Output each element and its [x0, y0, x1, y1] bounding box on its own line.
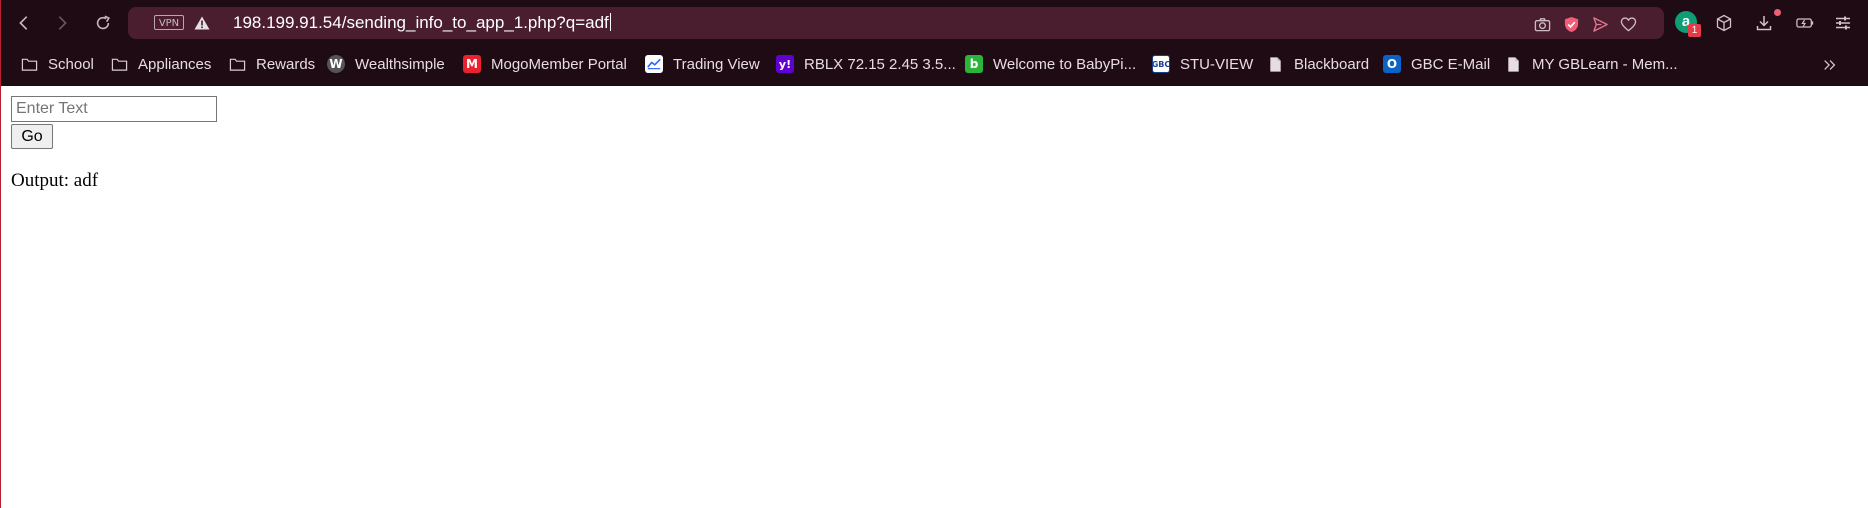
yahoo-icon: y!	[776, 55, 794, 73]
bookmark-mogo[interactable]: M MogoMember Portal	[463, 51, 627, 77]
go-button[interactable]: Go	[11, 124, 53, 149]
bookmark-label: GBC E-Mail	[1411, 55, 1491, 73]
battery-icon	[1796, 18, 1814, 28]
folder-icon	[20, 55, 38, 73]
bookmark-label: MY GBLearn - Mem...	[1532, 55, 1678, 73]
bookmark-label: Trading View	[673, 55, 760, 73]
bookmark-school[interactable]: School	[20, 51, 94, 77]
bookmark-label: MogoMember Portal	[491, 55, 627, 73]
bookmark-label: Wealthsimple	[355, 55, 445, 73]
bookmark-blackboard[interactable]: Blackboard	[1266, 51, 1369, 77]
send-icon	[1592, 16, 1608, 32]
text-input[interactable]	[11, 96, 217, 122]
mogo-icon: M	[463, 55, 481, 73]
sliders-icon	[1836, 16, 1850, 30]
bookmark-label: Appliances	[138, 55, 212, 73]
reload-icon	[96, 15, 111, 30]
bookmarks-bar: School Appliances Rewards W Wealthsimple…	[0, 51, 1868, 77]
warning-icon[interactable]	[194, 16, 210, 30]
bookmark-label: Welcome to BabyPi...	[993, 55, 1137, 73]
page-icon	[1504, 55, 1522, 73]
page-content: Go Output: adf	[0, 86, 1868, 508]
gbc-icon: GBC	[1152, 55, 1170, 73]
battery-saver-button[interactable]	[1792, 10, 1818, 36]
bookmark-appliances[interactable]: Appliances	[110, 51, 211, 77]
folder-icon	[110, 55, 128, 73]
download-icon	[1756, 16, 1772, 31]
bookmark-gbc-email[interactable]: O GBC E-Mail	[1383, 51, 1490, 77]
bookmark-my-gblearn[interactable]: MY GBLearn - Mem...	[1504, 51, 1678, 77]
window-edge	[0, 0, 1, 508]
bookmark-label: RBLX 72.15 2.45 3.5...	[804, 55, 956, 73]
bookmark-stu-view[interactable]: GBC STU-VIEW	[1152, 51, 1253, 77]
address-bar[interactable]: VPN 198.199.91.54/sending_info_to_app_1.…	[128, 7, 1664, 39]
bookmark-rewards[interactable]: Rewards	[228, 51, 315, 77]
chevron-right-icon	[58, 16, 67, 30]
url-text: 198.199.91.54/sending_info_to_app_1.php?…	[233, 13, 609, 32]
camera-icon	[1534, 17, 1550, 31]
forward-button[interactable]	[48, 9, 76, 37]
bookmark-babypips[interactable]: b Welcome to BabyPi...	[965, 51, 1136, 77]
browser-chrome: VPN 198.199.91.54/sending_info_to_app_1.…	[0, 0, 1868, 86]
wealthsimple-icon: W	[327, 55, 345, 73]
downloads-button[interactable]	[1751, 10, 1777, 36]
double-chevron-right-icon	[1824, 60, 1836, 70]
page-icon	[1266, 55, 1284, 73]
folder-icon	[228, 55, 246, 73]
bookmark-label: School	[48, 55, 94, 73]
browser-toolbar: VPN 198.199.91.54/sending_info_to_app_1.…	[0, 0, 1868, 46]
url-field[interactable]: 198.199.91.54/sending_info_to_app_1.php?…	[233, 13, 611, 33]
tradingview-icon	[645, 55, 663, 73]
outlook-icon: O	[1383, 55, 1401, 73]
babypips-icon: b	[965, 55, 983, 73]
snapshot-button[interactable]	[1533, 15, 1551, 33]
bookmark-trading-view[interactable]: Trading View	[645, 51, 760, 77]
bookmark-label: Rewards	[256, 55, 316, 73]
easy-setup-button[interactable]	[1830, 10, 1856, 36]
send-button[interactable]	[1591, 15, 1609, 33]
more-bookmarks-button[interactable]	[1818, 54, 1842, 76]
reload-button[interactable]	[89, 9, 117, 37]
bookmark-heart-button[interactable]	[1619, 15, 1637, 33]
shield-check-icon	[1564, 16, 1578, 32]
heart-icon	[1620, 16, 1636, 31]
output-text: Output: adf	[11, 170, 99, 191]
chevron-left-icon	[19, 16, 28, 30]
cube-icon	[1716, 14, 1732, 32]
adblock-button[interactable]	[1562, 15, 1580, 33]
extensions-button[interactable]	[1711, 10, 1737, 36]
bookmark-wealthsimple[interactable]: W Wealthsimple	[327, 51, 445, 77]
bookmark-rblx[interactable]: y! RBLX 72.15 2.45 3.5...	[776, 51, 956, 77]
profile-notification-badge: 1	[1688, 24, 1701, 37]
vpn-badge[interactable]: VPN	[154, 15, 184, 30]
download-indicator-dot	[1774, 9, 1781, 16]
bookmark-label: STU-VIEW	[1180, 55, 1254, 73]
text-caret	[609, 13, 611, 31]
back-button[interactable]	[10, 9, 38, 37]
bookmark-label: Blackboard	[1294, 55, 1370, 73]
